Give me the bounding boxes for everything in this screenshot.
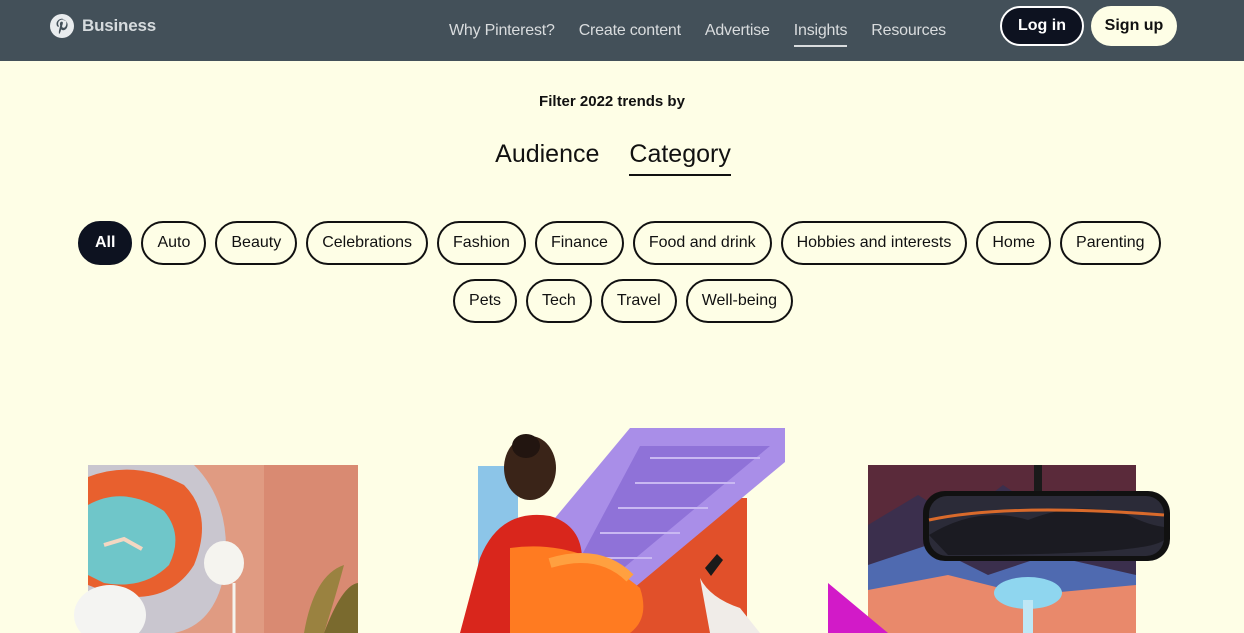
chip-tech[interactable]: Tech	[526, 279, 592, 323]
nav-why-pinterest[interactable]: Why Pinterest?	[449, 18, 555, 44]
chip-all[interactable]: All	[78, 221, 133, 265]
chip-row-1: All Auto Beauty Celebrations Fashion Fin…	[78, 221, 1168, 265]
chip-parenting[interactable]: Parenting	[1060, 221, 1161, 265]
fashion-collage-image	[460, 428, 788, 633]
trend-card-pool-image[interactable]	[74, 465, 360, 633]
filter-title: Filter 2022 trends by	[539, 93, 685, 110]
travel-collage-image	[828, 465, 1170, 633]
trend-card-travel-image[interactable]	[828, 465, 1173, 633]
filter-option-category[interactable]: Category	[629, 140, 732, 176]
chip-home[interactable]: Home	[976, 221, 1052, 265]
chip-celebrations[interactable]: Celebrations	[306, 221, 429, 265]
main-nav: Why Pinterest? Create content Advertise …	[449, 0, 946, 61]
nav-insights[interactable]: Insights	[793, 18, 847, 47]
category-chips: All Auto Beauty Celebrations Fashion Fin…	[78, 221, 1168, 337]
signup-button[interactable]: Sign up	[1091, 6, 1177, 46]
trend-card-fashion-image[interactable]	[440, 428, 790, 633]
login-button[interactable]: Log in	[1000, 6, 1084, 46]
chip-pets[interactable]: Pets	[453, 279, 518, 323]
chip-travel[interactable]: Travel	[600, 279, 677, 323]
nav-advertise[interactable]: Advertise	[705, 18, 770, 44]
chip-auto[interactable]: Auto	[141, 221, 207, 265]
chip-food-and-drink[interactable]: Food and drink	[632, 221, 772, 265]
brand-link[interactable]: Business	[50, 14, 156, 38]
chip-well-being[interactable]: Well-being	[685, 279, 793, 323]
chip-finance[interactable]: Finance	[534, 221, 624, 265]
filter-switch: Audience Category	[0, 140, 1226, 176]
chip-hobbies-and-interests[interactable]: Hobbies and interests	[780, 221, 968, 265]
pool-collage-image	[74, 465, 358, 633]
brand-text: Business	[82, 16, 156, 35]
nav-create-content[interactable]: Create content	[579, 18, 681, 44]
chip-beauty[interactable]: Beauty	[215, 221, 298, 265]
filter-option-audience[interactable]: Audience	[495, 140, 599, 171]
pinterest-logo-icon	[50, 14, 74, 38]
chip-row-2: Pets Tech Travel Well-being	[78, 279, 1168, 323]
chip-fashion[interactable]: Fashion	[437, 221, 526, 265]
top-navigation: Business Why Pinterest? Create content A…	[0, 0, 1244, 61]
nav-resources[interactable]: Resources	[871, 18, 946, 44]
